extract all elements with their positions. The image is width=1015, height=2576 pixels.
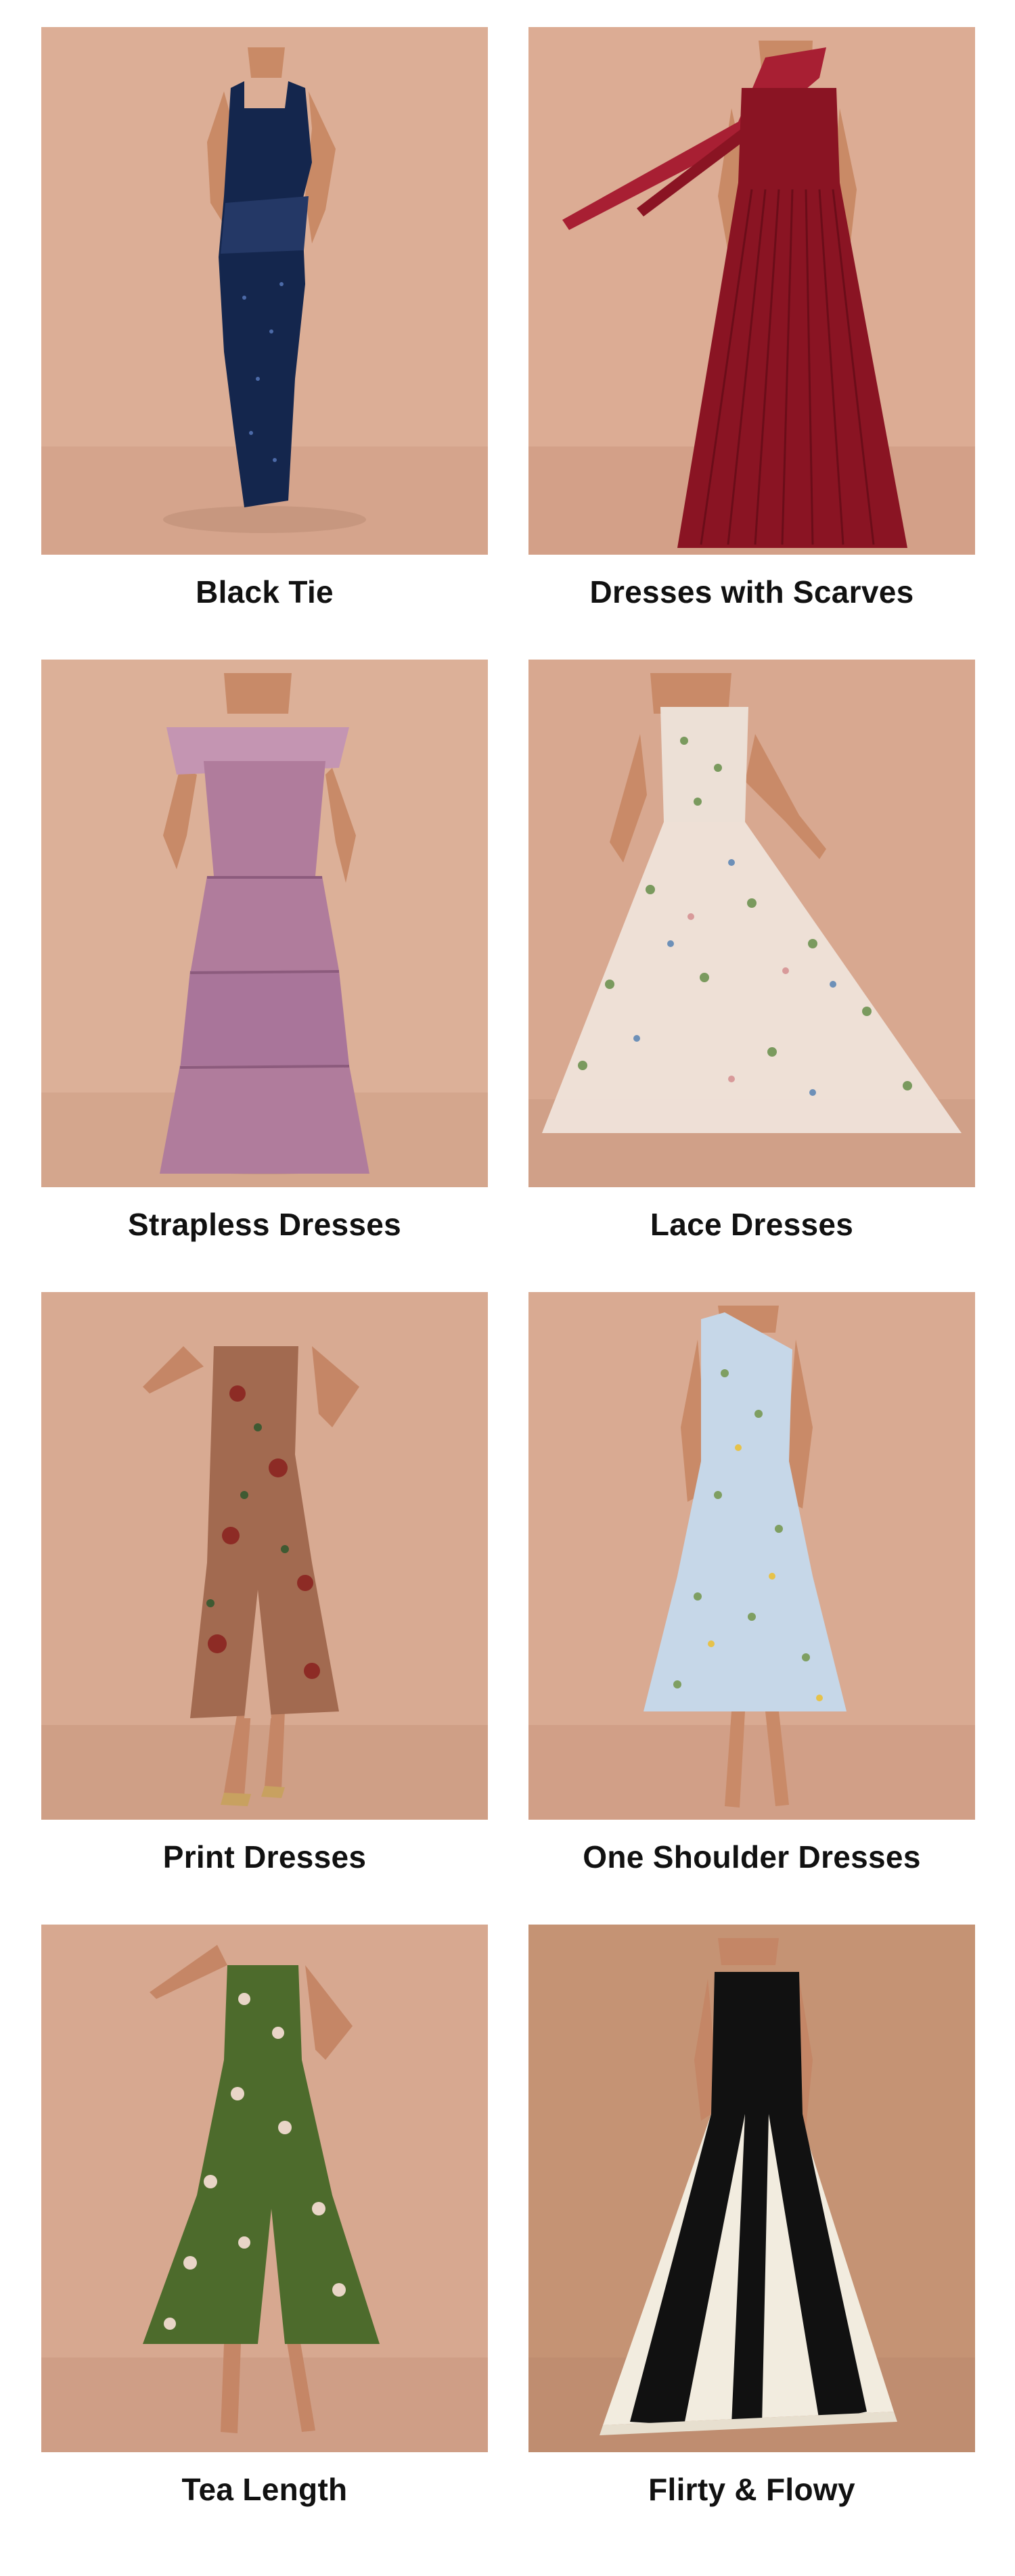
- category-label[interactable]: Tea Length: [41, 2452, 488, 2527]
- floral-embroidered-tulle-ballgown-image[interactable]: [528, 660, 975, 1187]
- category-card-print-dresses[interactable]: Print Dresses: [41, 1292, 488, 1894]
- green-floral-ruffle-midi-image[interactable]: [41, 1925, 488, 2452]
- category-card-strapless-dresses[interactable]: Strapless Dresses: [41, 660, 488, 1262]
- category-label[interactable]: Lace Dresses: [528, 1187, 975, 1262]
- category-label[interactable]: Dresses with Scarves: [528, 555, 975, 629]
- category-card-dresses-with-scarves[interactable]: Dresses with Scarves: [528, 27, 975, 629]
- category-card-lace-dresses[interactable]: Lace Dresses: [528, 660, 975, 1262]
- category-card-black-tie[interactable]: Black Tie: [41, 27, 488, 629]
- category-card-tea-length[interactable]: Tea Length: [41, 1925, 488, 2527]
- black-ivory-godet-gown-image[interactable]: [528, 1925, 975, 2452]
- category-label[interactable]: Strapless Dresses: [41, 1187, 488, 1262]
- category-label[interactable]: Black Tie: [41, 555, 488, 629]
- category-label[interactable]: Flirty & Flowy: [528, 2452, 975, 2527]
- mauve-tiered-ruffle-gown-image[interactable]: [41, 660, 488, 1187]
- category-label[interactable]: One Shoulder Dresses: [528, 1820, 975, 1894]
- category-grid: Black Tie Dresses with Scarves Strapless…: [41, 27, 975, 2527]
- blue-floral-one-shoulder-midi-image[interactable]: [528, 1292, 975, 1820]
- floral-print-slit-midi-dress-image[interactable]: [41, 1292, 488, 1820]
- navy-sequin-strap-gown-image[interactable]: [41, 27, 488, 555]
- category-card-one-shoulder-dresses[interactable]: One Shoulder Dresses: [528, 1292, 975, 1894]
- category-label[interactable]: Print Dresses: [41, 1820, 488, 1894]
- burgundy-pleated-scarf-gown-image[interactable]: [528, 27, 975, 555]
- category-card-flirty-flowy[interactable]: Flirty & Flowy: [528, 1925, 975, 2527]
